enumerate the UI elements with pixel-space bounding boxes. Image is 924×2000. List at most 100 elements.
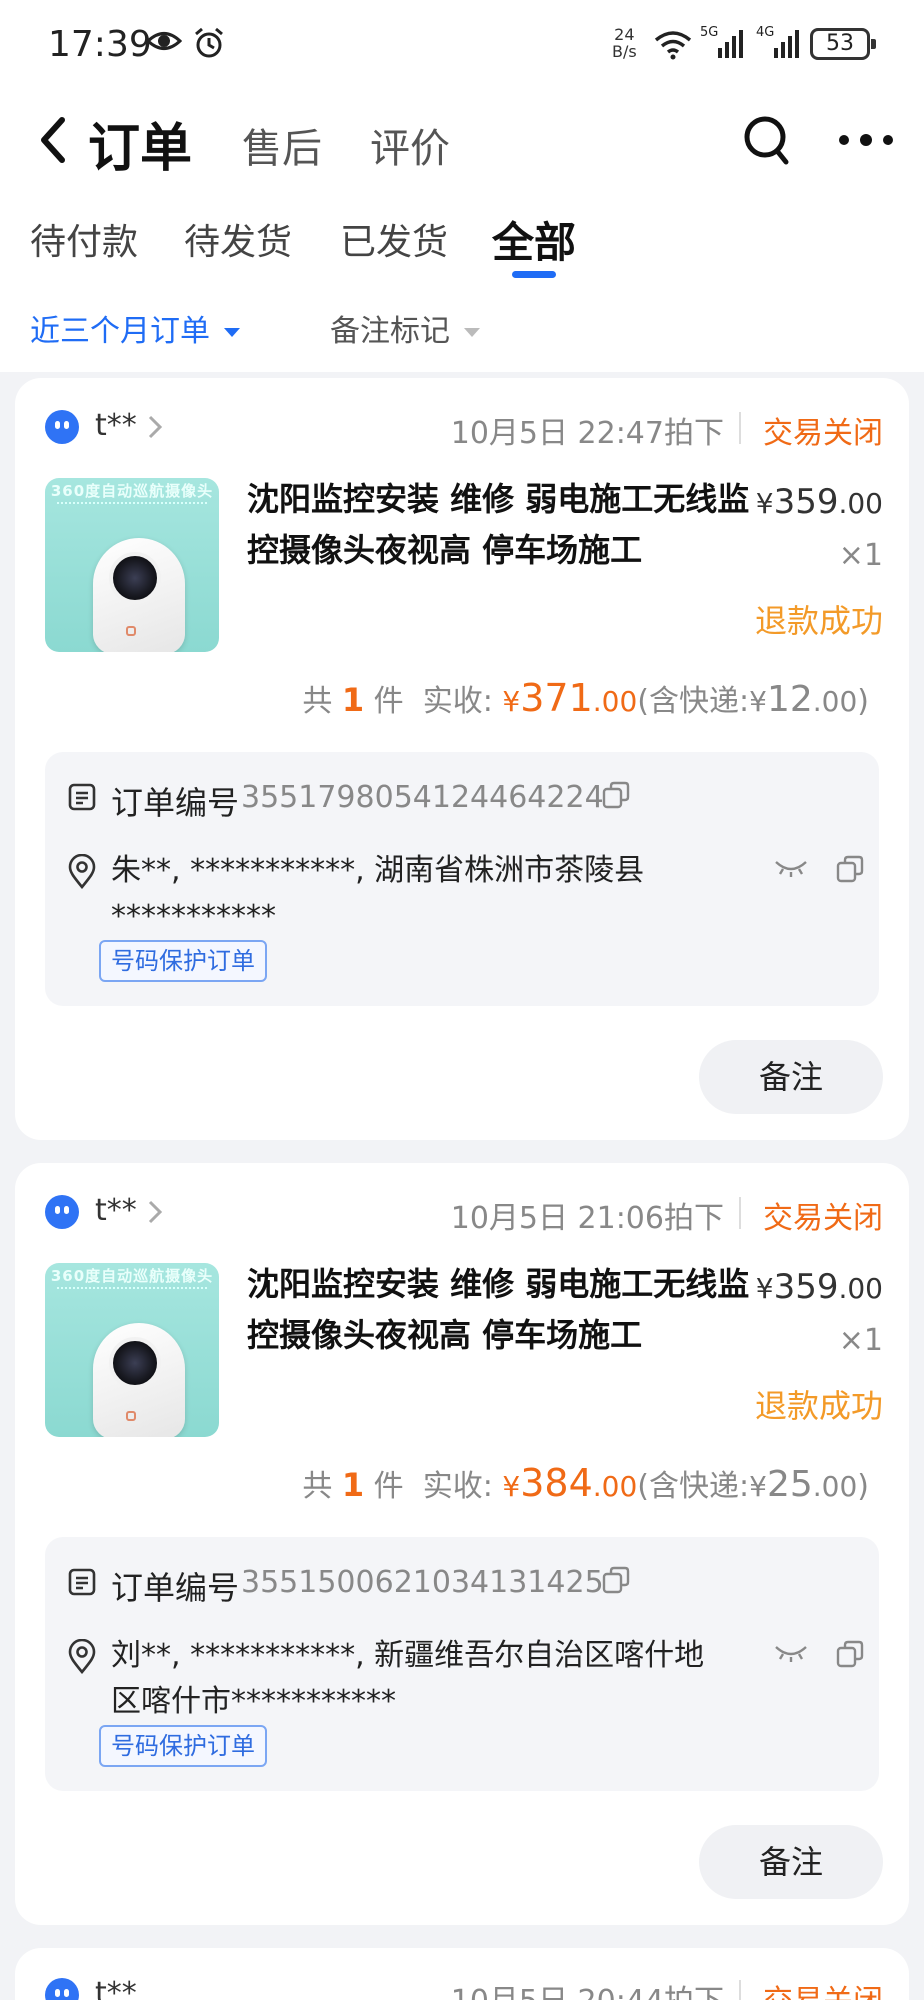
hide-eye-icon[interactable] <box>773 1641 809 1669</box>
paid-decimal: .00 <box>592 1470 638 1503</box>
net-speed-value: 24 <box>614 25 635 44</box>
hide-eye-icon[interactable] <box>773 856 809 884</box>
product-title[interactable]: 沈阳监控安装 维修 弱电施工无线监控摄像头夜视高 停车场施工 <box>247 474 767 576</box>
shipping-integer: 25 <box>766 1464 813 1505</box>
tab-shipped[interactable]: 已发货 <box>340 213 448 265</box>
quantity: ×1 <box>838 1323 883 1358</box>
more-options-icon[interactable] <box>838 132 894 152</box>
camera-indicator <box>126 1411 136 1421</box>
order-info-box: 订单编号 3551500621034131425 刘**, **********… <box>45 1537 879 1791</box>
page-title[interactable]: 订单 <box>88 106 192 181</box>
period-filter[interactable]: 近三个月订单 <box>30 306 240 350</box>
shipping-currency: ¥ <box>749 685 767 718</box>
order-card[interactable]: t** 10月5日 22:47拍下 交易关闭 360度自动巡航摄像头 沈阳监控安… <box>15 378 909 1140</box>
paid-decimal: .00 <box>592 685 638 718</box>
currency-symbol: ¥ <box>755 1272 774 1305</box>
filter-bar: 近三个月订单 备注标记 <box>0 300 924 360</box>
number-protection-tag: 号码保护订单 <box>99 940 267 982</box>
chevron-right-icon[interactable] <box>147 414 163 444</box>
remark-button[interactable]: 备注 <box>699 1040 883 1114</box>
shipping-label: (含快递: <box>637 1469 750 1504</box>
summary-prefix: 共 <box>302 1469 333 1504</box>
copy-icon[interactable] <box>835 854 865 888</box>
item-count: 1 <box>341 681 365 719</box>
remark-button[interactable]: 备注 <box>699 1825 883 1899</box>
paid-label: 实收: <box>422 1469 493 1504</box>
shop-avatar-icon <box>45 410 79 444</box>
number-protection-tag: 号码保护订单 <box>99 1725 267 1767</box>
search-icon[interactable] <box>742 114 792 172</box>
order-status: 交易关闭 <box>763 416 883 451</box>
paid-amount: ¥384.00 <box>502 1461 637 1505</box>
paid-integer: 384 <box>520 1461 593 1505</box>
order-time: 10月5日 22:47拍下 <box>450 416 724 451</box>
shipping-close: ) <box>857 684 869 719</box>
shipping-address: 朱**, ***********, 湖南省株洲市茶陵县*********** <box>111 853 645 934</box>
quantity: ×1 <box>838 538 883 573</box>
shipping-address: 刘**, ***********, 新疆维吾尔自治区喀什地区喀什市*******… <box>111 1638 705 1719</box>
shop-name[interactable]: t** <box>95 1976 137 2000</box>
order-summary: 共 1 件 实收: ¥371.00(含快递:¥12.00) <box>302 676 869 720</box>
paid-amount: ¥371.00 <box>502 676 637 720</box>
tab-after-sale[interactable]: 售后 <box>242 116 322 174</box>
signal-4g-label: 4G <box>756 25 774 40</box>
net-speed-unit: B/s <box>612 42 637 61</box>
thumbnail-banner: 360度自动巡航摄像头 <box>50 1267 214 1285</box>
copy-icon[interactable] <box>835 1639 865 1673</box>
shop-name[interactable]: t** <box>95 1193 137 1228</box>
currency-symbol: ¥ <box>755 487 774 520</box>
signal-5g-label: 5G <box>700 25 718 40</box>
product-thumbnail[interactable]: 360度自动巡航摄像头 <box>45 1263 219 1437</box>
paid-currency: ¥ <box>502 1470 521 1503</box>
divider <box>739 1197 741 1229</box>
copy-icon[interactable] <box>601 780 631 814</box>
price-integer: 359 <box>773 1267 839 1307</box>
remark-filter-label: 备注标记 <box>330 314 450 349</box>
order-number-label: 订单编号 <box>111 784 240 822</box>
shipping-integer: 12 <box>766 679 813 720</box>
tab-pending-shipment[interactable]: 待发货 <box>184 213 292 265</box>
copy-icon[interactable] <box>601 1565 631 1599</box>
order-card[interactable]: t** 10月5日 21:06拍下 交易关闭 360度自动巡航摄像头 沈阳监控安… <box>15 1163 909 1925</box>
thumbnail-banner: 360度自动巡航摄像头 <box>50 482 214 500</box>
unit-price: ¥359.00 <box>756 482 883 522</box>
order-card[interactable]: t** 10月5日 20:44拍下 交易关闭 <box>15 1948 909 2000</box>
order-time: 10月5日 20:44拍下 <box>451 1976 724 2000</box>
net-speed: 24 B/s <box>612 26 637 60</box>
order-number: 3551798054124464224 <box>241 780 604 815</box>
caret-down-icon <box>464 328 480 337</box>
camera-lens <box>109 1337 161 1389</box>
order-time: 10月5日 21:06拍下 <box>450 1201 724 1236</box>
shipping-currency: ¥ <box>749 1470 767 1503</box>
chevron-right-icon[interactable] <box>147 1199 163 1229</box>
tab-pending-payment[interactable]: 待付款 <box>30 213 138 265</box>
location-pin-icon <box>67 1638 97 1679</box>
order-info-box: 订单编号 3551798054124464224 朱**, **********… <box>45 752 879 1006</box>
tab-all[interactable]: 全部 <box>492 209 576 270</box>
shop-avatar-icon <box>45 1195 79 1229</box>
camera-lens <box>109 552 161 604</box>
product-title[interactable]: 沈阳监控安装 维修 弱电施工无线监控摄像头夜视高 停车场施工 <box>247 1259 767 1361</box>
shipping-label: (含快递: <box>637 684 750 719</box>
remark-filter[interactable]: 备注标记 <box>330 306 480 350</box>
price-decimal: .00 <box>838 1272 883 1305</box>
status-bar: 17:39 24 B/s 5G 4G 53 <box>0 0 924 92</box>
shipping-decimal: .00 <box>812 685 858 718</box>
shop-name[interactable]: t** <box>95 408 137 443</box>
alarm-icon <box>192 26 226 64</box>
back-arrow-icon[interactable] <box>38 114 68 170</box>
summary-prefix: 共 <box>302 684 333 719</box>
active-tab-indicator <box>512 271 556 278</box>
camera-indicator <box>126 626 136 636</box>
period-filter-label: 近三个月订单 <box>30 314 210 349</box>
shipping-decimal: .00 <box>812 1470 858 1503</box>
shipping-amount: ¥25.00 <box>749 1464 857 1505</box>
item-count-unit: 件 <box>373 1469 404 1504</box>
unit-price: ¥359.00 <box>756 1267 883 1307</box>
paid-integer: 371 <box>520 676 593 720</box>
refund-status: 退款成功 <box>754 1387 883 1425</box>
caret-down-icon <box>224 328 240 337</box>
order-status: 交易关闭 <box>763 1201 883 1236</box>
tab-review[interactable]: 评价 <box>370 116 450 174</box>
product-thumbnail[interactable]: 360度自动巡航摄像头 <box>45 478 219 652</box>
